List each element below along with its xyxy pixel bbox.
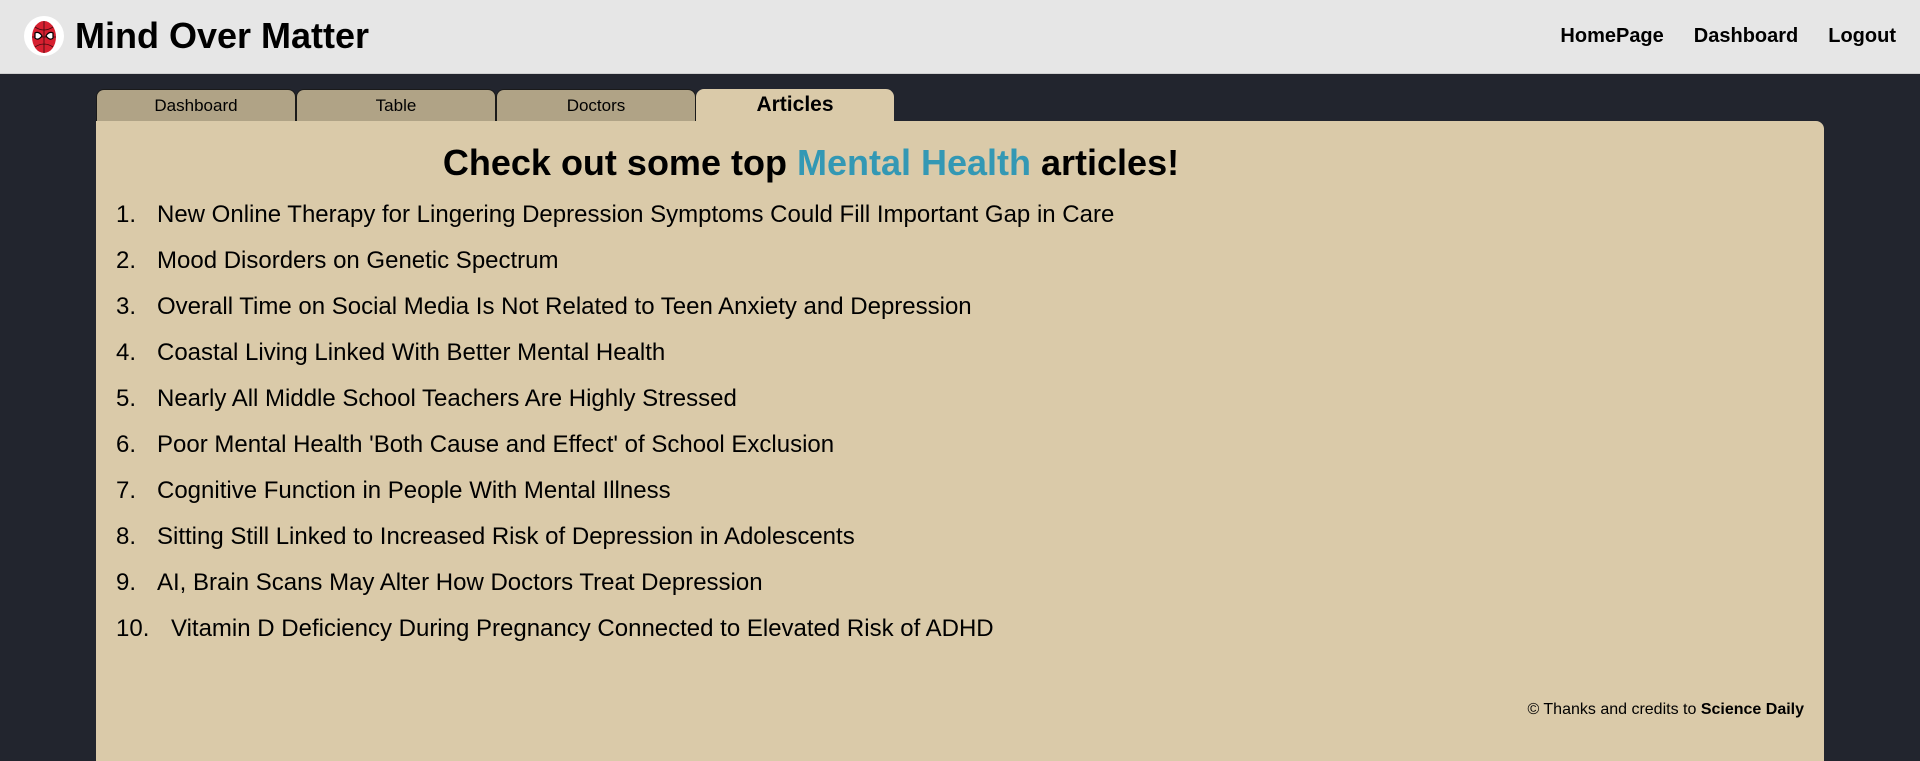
article-number: 2. [116,247,137,274]
heading-suffix: articles! [1041,142,1180,183]
article-title[interactable]: Vitamin D Deficiency During Pregnancy Co… [171,614,994,660]
article-number: 7. [116,477,137,504]
nav-link-dashboard[interactable]: Dashboard [1694,22,1798,50]
article-title[interactable]: AI, Brain Scans May Alter How Doctors Tr… [157,568,763,614]
heading-prefix: Check out some top [442,142,787,183]
article-number: 9. [116,569,137,596]
spider-mask-icon[interactable] [24,16,64,56]
article-item[interactable]: 8. Sitting Still Linked to Increased Risk… [116,522,1114,568]
tab-table[interactable]: Table [296,89,496,122]
credits-footer: © Thanks and credits to Science Daily [1527,700,1804,720]
article-title[interactable]: Overall Time on Social Media Is Not Rela… [157,292,972,338]
article-number: 6. [116,431,137,458]
heading-highlight: Mental Health [796,142,1031,183]
nav-links: HomePage Dashboard Logout [1560,22,1896,50]
article-title[interactable]: Cognitive Function in People With Mental… [157,476,671,522]
article-item[interactable]: 1. New Online Therapy for Lingering Depre… [116,200,1114,246]
article-number: 5. [116,385,137,412]
article-title[interactable]: Poor Mental Health 'Both Cause and Effec… [157,430,834,476]
article-item[interactable]: 3. Overall Time on Social Media Is Not Re… [116,292,1114,338]
tab-articles[interactable]: Articles [696,89,894,122]
tab-dashboard[interactable]: Dashboard [96,89,296,122]
articles-panel: Check out some top Mental Health article… [96,121,1824,761]
article-title[interactable]: Mood Disorders on Genetic Spectrum [157,246,559,292]
article-number: 8. [116,523,137,550]
article-item[interactable]: 2. Mood Disorders on Genetic Spectrum [116,246,1114,292]
article-item[interactable]: 9. AI, Brain Scans May Alter How Doctors … [116,568,1114,614]
article-item[interactable]: 6. Poor Mental Health 'Both Cause and Eff… [116,430,1114,476]
article-title[interactable]: Sitting Still Linked to Increased Risk o… [157,522,855,568]
article-number: 3. [116,293,137,320]
credits-text: © Thanks and credits to [1527,701,1697,718]
top-navbar: Mind Over Matter HomePage Dashboard Logo… [0,0,1920,74]
article-list: 1. New Online Therapy for Lingering Depre… [116,200,1114,660]
article-title[interactable]: Coastal Living Linked With Better Mental… [157,338,665,384]
credits-source-link[interactable]: Science Daily [1701,701,1804,718]
article-title[interactable]: Nearly All Middle School Teachers Are Hi… [157,384,737,430]
article-item[interactable]: 5. Nearly All Middle School Teachers Are … [116,384,1114,430]
article-number: 10. [116,615,150,642]
article-number: 4. [116,339,137,366]
article-item[interactable]: 7. Cognitive Function in People With Ment… [116,476,1114,522]
article-item[interactable]: 4. Coastal Living Linked With Better Ment… [116,338,1114,384]
tab-doctors[interactable]: Doctors [496,89,696,122]
article-title[interactable]: New Online Therapy for Lingering Depress… [157,200,1114,246]
nav-link-logout[interactable]: Logout [1828,22,1896,50]
page-title: Check out some top Mental Health article… [96,141,1526,185]
brand-title[interactable]: Mind Over Matter [75,14,369,58]
article-item[interactable]: 10. Vitamin D Deficiency During Pregnancy… [116,614,1114,660]
nav-link-homepage[interactable]: HomePage [1560,22,1663,50]
article-number: 1. [116,201,137,228]
